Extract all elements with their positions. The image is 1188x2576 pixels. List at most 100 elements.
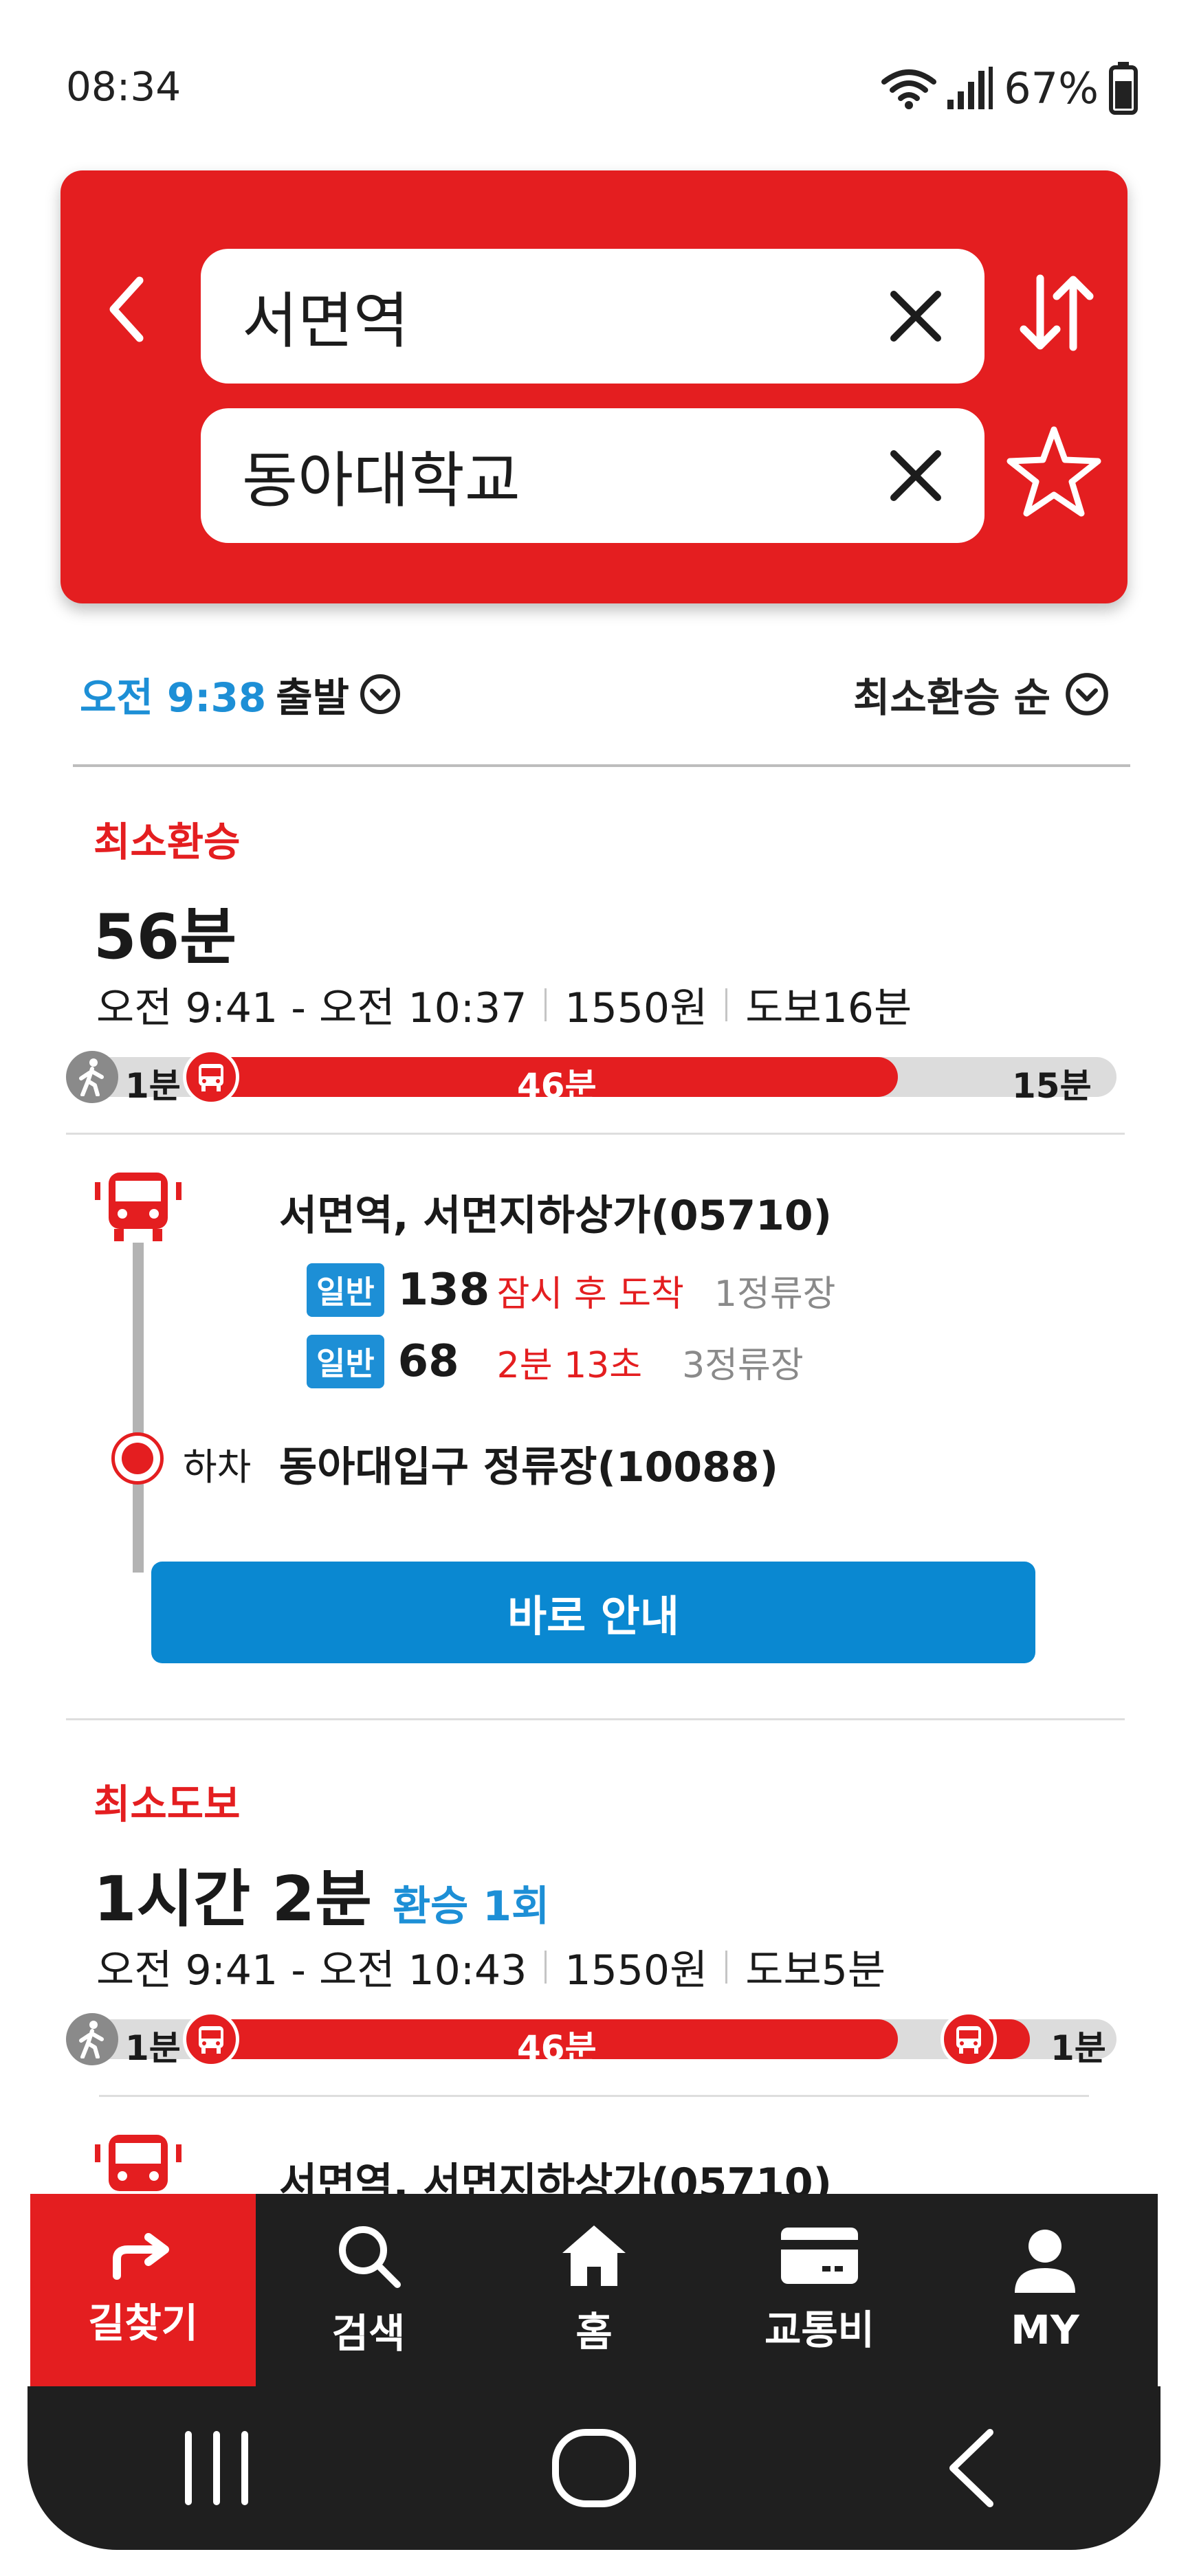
origin-field[interactable]: 서면역 bbox=[201, 249, 984, 384]
tab-label: MY bbox=[1011, 2307, 1079, 2353]
walk-end-duration: 1분 bbox=[1050, 2028, 1106, 2068]
battery-percent: 67% bbox=[1004, 63, 1099, 113]
swap-arrows-icon bbox=[1020, 274, 1094, 351]
destination-field[interactable]: 동아대학교 bbox=[201, 408, 984, 543]
walk-icon bbox=[66, 2013, 118, 2065]
separator bbox=[725, 988, 728, 1021]
route-line bbox=[133, 1243, 144, 1573]
swap-button[interactable] bbox=[1011, 265, 1100, 361]
walk-time: 도보5분 bbox=[745, 1946, 886, 1995]
back-button[interactable] bbox=[96, 271, 158, 347]
separator bbox=[725, 1950, 728, 1984]
departure-time: 오전 9:38 bbox=[80, 674, 267, 721]
sort-label: 최소환승 순 bbox=[853, 674, 1050, 721]
bottom-tab-bar: 길찾기 검색 홈 교통비 MY bbox=[30, 2194, 1158, 2386]
chevron-down-circle-icon bbox=[360, 674, 400, 714]
walk-start-duration: 1분 bbox=[125, 2028, 181, 2068]
route-card[interactable]: 최소도보 1시간 2분 환승 1회 오전 9:41 - 오전 10:43 155… bbox=[66, 1759, 1125, 2208]
bus-number: 138 bbox=[397, 1265, 490, 1315]
section-divider bbox=[66, 1718, 1125, 1720]
walk-start-duration: 1분 bbox=[125, 1066, 181, 1106]
chevron-left-icon bbox=[949, 2429, 994, 2507]
system-navigation-bar bbox=[28, 2386, 1160, 2550]
separator bbox=[544, 1950, 547, 1984]
tab-label: 검색 bbox=[331, 2310, 406, 2357]
start-guidance-button[interactable]: 바로 안내 bbox=[151, 1562, 1035, 1663]
alight-label: 하차 bbox=[183, 1445, 252, 1489]
bus-type-badge: 일반 bbox=[307, 1263, 384, 1317]
transfer-count: 환승 1회 bbox=[392, 1883, 550, 1931]
tab-label: 교통비 bbox=[764, 2307, 875, 2353]
card-icon bbox=[781, 2228, 858, 2284]
bus-icon bbox=[183, 2011, 239, 2067]
separator bbox=[544, 988, 547, 1021]
bus-segment-duration: 46분 bbox=[517, 2028, 597, 2068]
battery-icon bbox=[1109, 62, 1138, 115]
stops-away: 3정류장 bbox=[682, 1344, 804, 1386]
clear-origin-button[interactable] bbox=[881, 282, 950, 351]
clear-destination-button[interactable] bbox=[881, 441, 950, 510]
walk-end-duration: 15분 bbox=[1012, 1066, 1092, 1106]
close-icon bbox=[890, 291, 941, 342]
recent-apps-icon bbox=[184, 2431, 248, 2505]
section-divider bbox=[73, 764, 1130, 767]
departure-time-selector[interactable]: 오전 9:38 출발 bbox=[80, 665, 402, 723]
route-summary: 오전 9:41 - 오전 10:37 1550원 도보16분 bbox=[96, 975, 912, 1034]
tab-directions[interactable]: 길찾기 bbox=[30, 2194, 256, 2386]
divider bbox=[99, 2095, 1089, 2097]
tab-search[interactable]: 검색 bbox=[256, 2194, 481, 2386]
board-stop-name: 서면역, 서면지하상가(05710) bbox=[279, 1192, 833, 1240]
bus-stop-icon bbox=[95, 1173, 182, 1241]
arrival-time: 2분 13초 bbox=[496, 1344, 643, 1386]
tab-my[interactable]: MY bbox=[932, 2194, 1158, 2386]
sort-selector[interactable]: 최소환승 순 bbox=[853, 665, 1110, 723]
bus-type-badge: 일반 bbox=[307, 1335, 384, 1388]
route-heading: 1시간 2분 환승 1회 bbox=[94, 1849, 549, 1938]
alight-marker-icon bbox=[111, 1432, 164, 1485]
fare: 1550원 bbox=[564, 984, 708, 1032]
walk-icon bbox=[66, 1051, 118, 1103]
route-duration: 56분 bbox=[94, 901, 237, 973]
arrival-time: 잠시 후 도착 bbox=[496, 1273, 684, 1315]
tab-label: 길찾기 bbox=[87, 2300, 199, 2346]
tab-home[interactable]: 홈 bbox=[481, 2194, 707, 2386]
time-range: 오전 9:41 - 오전 10:43 bbox=[96, 1946, 527, 1995]
recent-apps-button[interactable] bbox=[162, 2420, 272, 2516]
fare: 1550원 bbox=[564, 1946, 708, 1995]
bus-arrival-row: 일반 68 2분 13초 3정류장 bbox=[307, 1335, 804, 1388]
bus-arrival-row: 일반 138 잠시 후 도착 1정류장 bbox=[307, 1263, 836, 1317]
bus-icon bbox=[183, 1049, 239, 1105]
destination-text: 동아대학교 bbox=[242, 445, 520, 516]
status-icons: 67% bbox=[881, 60, 1138, 115]
back-system-button[interactable] bbox=[916, 2420, 1026, 2516]
departure-label: 출발 bbox=[276, 674, 349, 721]
wifi-icon bbox=[881, 69, 937, 109]
route-arrow-icon bbox=[113, 2233, 169, 2280]
bus-number: 68 bbox=[397, 1336, 459, 1387]
alight-stop-name: 동아대입구 정류장(10088) bbox=[279, 1443, 779, 1491]
origin-text: 서면역 bbox=[242, 285, 409, 357]
home-icon bbox=[562, 2225, 626, 2286]
home-system-button[interactable] bbox=[539, 2420, 649, 2516]
route-tag: 최소환승 bbox=[94, 819, 241, 865]
favorite-button[interactable] bbox=[1002, 421, 1106, 524]
person-icon bbox=[1015, 2230, 1075, 2293]
stops-away: 1정류장 bbox=[714, 1273, 836, 1315]
status-time: 08:34 bbox=[66, 63, 182, 110]
search-icon bbox=[339, 2226, 401, 2288]
divider bbox=[66, 1133, 1125, 1135]
time-range: 오전 9:41 - 오전 10:37 bbox=[96, 984, 527, 1032]
signal-icon bbox=[947, 67, 993, 109]
route-tag: 최소도보 bbox=[94, 1781, 241, 1828]
close-icon bbox=[890, 450, 941, 501]
route-summary: 오전 9:41 - 오전 10:43 1550원 도보5분 bbox=[96, 1937, 886, 1997]
chevron-left-icon bbox=[109, 276, 144, 342]
tab-fare[interactable]: 교통비 bbox=[707, 2194, 932, 2386]
chevron-down-circle-icon bbox=[1066, 673, 1108, 715]
walk-time: 도보16분 bbox=[745, 984, 912, 1032]
tab-label: 홈 bbox=[575, 2309, 613, 2355]
route-duration: 1시간 2분 bbox=[94, 1863, 372, 1935]
bus-icon bbox=[940, 2011, 997, 2067]
star-icon bbox=[1006, 426, 1101, 517]
bus-segment-duration: 46분 bbox=[517, 1066, 597, 1106]
